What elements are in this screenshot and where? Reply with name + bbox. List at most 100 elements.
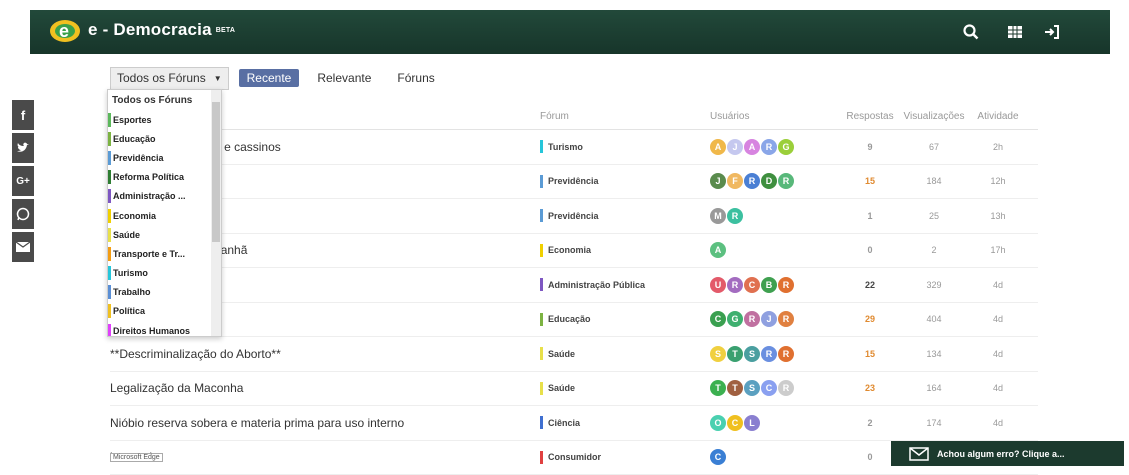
avatar[interactable]: C [727, 415, 743, 431]
avatar[interactable]: R [778, 346, 794, 362]
avatar[interactable]: J [761, 311, 777, 327]
menu-item-forum[interactable]: Esportes [108, 110, 221, 129]
activity-time[interactable]: 4d [968, 280, 1028, 290]
table-row[interactable]: denciaPrevidênciaJFRDR1518412h [110, 165, 1038, 200]
activity-time[interactable]: 4d [968, 418, 1028, 428]
activity-time[interactable]: 17h [968, 245, 1028, 255]
forum-badge[interactable]: Administração Pública [540, 278, 710, 291]
activity-time[interactable]: 12h [968, 176, 1028, 186]
table-row[interactable]: EducaçãoCGRJR294044d [110, 303, 1038, 338]
avatar[interactable]: R [727, 208, 743, 224]
email-share-icon[interactable] [12, 232, 34, 262]
avatar[interactable]: L [744, 415, 760, 431]
avatar[interactable]: C [710, 311, 726, 327]
avatar[interactable]: R [744, 173, 760, 189]
topic-title[interactable]: **Descriminalização do Aborto** [110, 347, 540, 361]
brand-title[interactable]: e - DemocraciaBETA [88, 20, 235, 40]
avatar[interactable]: S [744, 380, 760, 396]
avatar[interactable]: T [710, 380, 726, 396]
menu-item-forum[interactable]: Transporte e Tr... [108, 244, 221, 263]
avatar[interactable]: A [744, 139, 760, 155]
tab-foruns[interactable]: Fóruns [389, 69, 442, 87]
avatar[interactable]: C [710, 449, 726, 465]
menu-item-forum[interactable]: Política [108, 302, 221, 321]
google-plus-share-icon[interactable]: G+ [12, 166, 34, 196]
table-row[interactable]: er JudiciárioAdministração PúblicaURCBR2… [110, 268, 1038, 303]
avatar[interactable]: R [727, 277, 743, 293]
header-activity[interactable]: Atividade [968, 111, 1028, 122]
avatar[interactable]: O [710, 415, 726, 431]
table-row[interactable]: Nióbio reserva sobera e materia prima pa… [110, 406, 1038, 441]
avatar[interactable]: B [761, 277, 777, 293]
forum-badge[interactable]: Educação [540, 313, 710, 326]
forum-badge[interactable]: Ciência [540, 416, 710, 429]
avatar[interactable]: M [710, 208, 726, 224]
avatar[interactable]: R [761, 139, 777, 155]
avatar[interactable]: C [744, 277, 760, 293]
menu-item-forum[interactable]: Trabalho [108, 283, 221, 302]
avatar[interactable]: J [727, 139, 743, 155]
avatar[interactable]: C [761, 380, 777, 396]
e-democracia-logo-icon[interactable]: e [48, 17, 82, 45]
whatsapp-share-icon[interactable] [12, 199, 34, 229]
avatar[interactable]: T [727, 346, 743, 362]
menu-item-forum[interactable]: Reforma Política [108, 168, 221, 187]
activity-time[interactable]: 2h [968, 142, 1028, 152]
avatar[interactable]: R [744, 311, 760, 327]
avatar[interactable]: U [710, 277, 726, 293]
topic-title[interactable]: Nióbio reserva sobera e materia prima pa… [110, 416, 540, 430]
avatar[interactable]: R [778, 311, 794, 327]
avatar[interactable]: J [710, 173, 726, 189]
forum-badge[interactable]: Saúde [540, 382, 710, 395]
avatar[interactable]: R [778, 277, 794, 293]
forum-filter-dropdown[interactable]: Todos os Fóruns ▼ [110, 67, 229, 90]
table-row[interactable]: **Descriminalização do Aborto**SaúdeSTSR… [110, 337, 1038, 372]
activity-time[interactable]: 4d [968, 383, 1028, 393]
avatar[interactable]: A [710, 242, 726, 258]
avatar[interactable]: G [727, 311, 743, 327]
menu-item-forum[interactable]: Educação [108, 129, 221, 148]
avatar[interactable]: D [761, 173, 777, 189]
table-row[interactable]: Legalização da MaconhaSaúdeTTSCR231644d [110, 372, 1038, 407]
header-forum[interactable]: Fórum [540, 111, 710, 122]
forum-badge[interactable]: Saúde [540, 347, 710, 360]
activity-time[interactable]: 4d [968, 349, 1028, 359]
activity-time[interactable]: 13h [968, 211, 1028, 221]
topic-title[interactable]: ito caral [110, 450, 540, 464]
menu-item-forum[interactable]: Direitos Humanos [108, 321, 221, 337]
topic-title[interactable]: Legalização da Maconha [110, 381, 540, 395]
header-replies[interactable]: Respostas [840, 111, 900, 122]
bug-report-button[interactable]: Achou algum erro? Clique a... [891, 441, 1124, 466]
menu-item-forum[interactable]: Turismo [108, 264, 221, 283]
table-row[interactable]: ogos de azar, bingos e cassinosTurismoAJ… [110, 130, 1038, 165]
table-row[interactable]: da PrevidênciaPrevidênciaMR12513h [110, 199, 1038, 234]
avatar[interactable]: S [710, 346, 726, 362]
avatar[interactable]: A [710, 139, 726, 155]
menu-item-forum[interactable]: Economia [108, 206, 221, 225]
menu-all-forums[interactable]: Todos os Fóruns [108, 90, 221, 110]
avatar[interactable]: S [744, 346, 760, 362]
forum-badge[interactable]: Economia [540, 244, 710, 257]
header-views[interactable]: Visualizações [900, 111, 968, 122]
menu-item-forum[interactable]: Previdência [108, 148, 221, 167]
avatar[interactable]: F [727, 173, 743, 189]
forum-badge[interactable]: Consumidor [540, 451, 710, 464]
avatar[interactable]: R [778, 380, 794, 396]
search-icon[interactable] [962, 23, 980, 41]
tab-recente[interactable]: Recente [239, 69, 300, 87]
activity-time[interactable]: 4d [968, 314, 1028, 324]
forum-badge[interactable]: Turismo [540, 140, 710, 153]
forum-badge[interactable]: Previdência [540, 209, 710, 222]
grid-apps-icon[interactable] [1006, 23, 1024, 41]
facebook-share-icon[interactable]: f [12, 100, 34, 130]
menu-item-forum[interactable]: Saúde [108, 225, 221, 244]
avatar[interactable]: R [778, 173, 794, 189]
menu-scroll-thumb[interactable] [212, 102, 220, 242]
avatar[interactable]: R [761, 346, 777, 362]
menu-item-forum[interactable]: Administração ... [108, 187, 221, 206]
avatar[interactable]: T [727, 380, 743, 396]
login-icon[interactable] [1043, 23, 1061, 41]
avatar[interactable]: G [778, 139, 794, 155]
tab-relevante[interactable]: Relevante [309, 69, 379, 87]
twitter-share-icon[interactable] [12, 133, 34, 163]
